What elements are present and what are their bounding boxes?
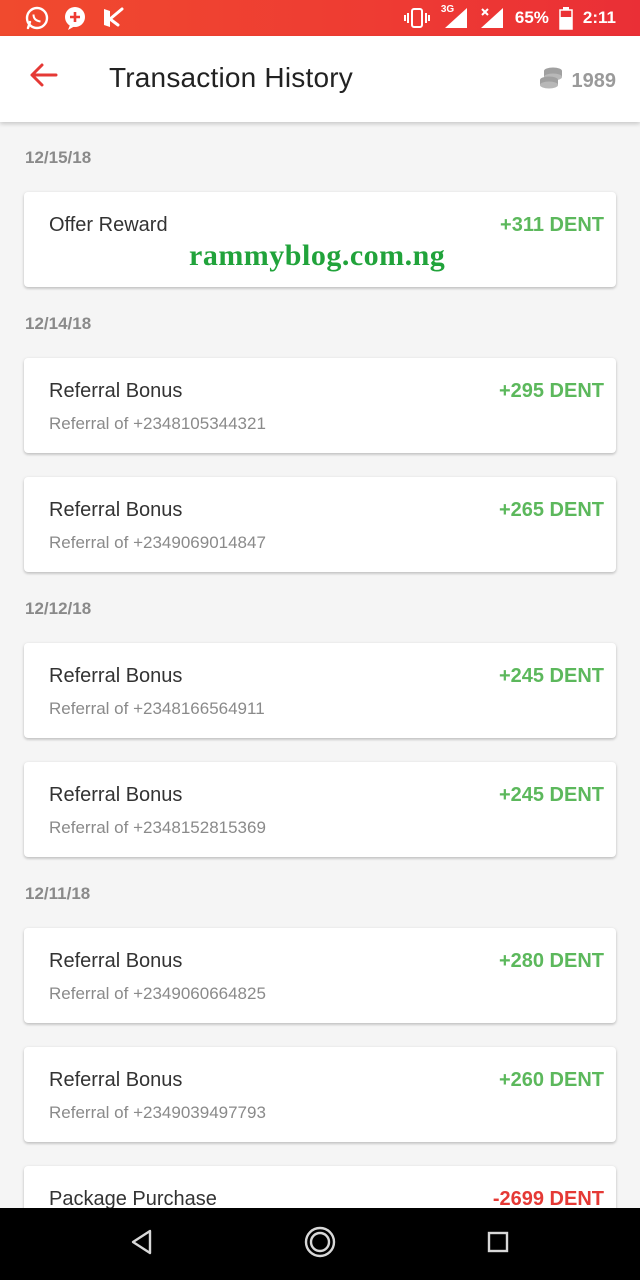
nav-recents-button[interactable] (478, 1224, 518, 1264)
transaction-title: Offer Reward (49, 214, 168, 236)
transaction-title: Referral Bonus (49, 665, 183, 687)
nav-home-icon (303, 1225, 337, 1264)
transaction-list[interactable]: rammyblog.com.ng 12/15/18 Offer Reward +… (0, 122, 640, 1208)
balance-indicator: 1989 (538, 66, 617, 96)
date-header: 12/12/18 (25, 599, 92, 618)
back-button[interactable] (22, 56, 64, 98)
signal-icon (479, 6, 505, 30)
transaction-subtitle: Referral of +2348152815369 (49, 818, 266, 837)
transaction-amount: +260 DENT (498, 1069, 604, 1091)
transaction-card[interactable]: Referral Bonus Referral of +234906901484… (24, 477, 616, 572)
vibrate-icon (403, 6, 431, 30)
transaction-subtitle: Referral of +2349069014847 (49, 533, 266, 552)
transaction-card[interactable]: Package Purchase -2699 DENT (24, 1166, 616, 1208)
battery-percent: 65% (514, 8, 549, 27)
transaction-title: Referral Bonus (49, 1069, 183, 1091)
nav-back-button[interactable] (122, 1224, 162, 1264)
nav-recents-icon (486, 1230, 510, 1259)
transaction-amount: +280 DENT (498, 950, 604, 972)
whatsapp-icon (24, 5, 50, 31)
screen: 3G 65% 2:11 Transaction History 1989 ram… (0, 0, 640, 1280)
date-header: 12/15/18 (25, 148, 92, 167)
transaction-subtitle: Referral of +2348105344321 (49, 414, 266, 433)
transaction-title: Referral Bonus (49, 950, 183, 972)
transaction-subtitle: Referral of +2349060664825 (49, 984, 266, 1003)
coins-icon (538, 66, 564, 96)
transaction-subtitle: Referral of +2348166564911 (49, 699, 265, 718)
transaction-card[interactable]: Referral Bonus Referral of +234906066482… (24, 928, 616, 1023)
transaction-card[interactable]: Referral Bonus Referral of +234810534432… (24, 358, 616, 453)
signal-3g-icon: 3G (440, 4, 469, 30)
transaction-title: Referral Bonus (49, 380, 183, 402)
transaction-amount: -2699 DENT (492, 1188, 604, 1208)
app-notification-icon (100, 5, 126, 31)
app-bar: Transaction History 1989 (0, 36, 640, 122)
watermark: rammyblog.com.ng (189, 239, 446, 272)
date-header: 12/14/18 (25, 314, 92, 333)
transaction-title: Referral Bonus (49, 784, 183, 806)
transaction-amount: +245 DENT (498, 784, 604, 806)
balance-value: 1989 (571, 69, 617, 92)
nav-home-button[interactable] (300, 1224, 340, 1264)
status-bar: 3G 65% 2:11 (0, 0, 640, 36)
transaction-amount: +311 DENT (500, 214, 604, 236)
battery-icon (559, 6, 573, 30)
transaction-card[interactable]: Referral Bonus Referral of +234903949779… (24, 1047, 616, 1142)
page-title: Transaction History (109, 62, 353, 93)
nav-back-icon (129, 1228, 155, 1261)
message-plus-icon (62, 5, 88, 31)
transaction-amount: +245 DENT (498, 665, 604, 687)
transaction-card[interactable]: Referral Bonus Referral of +234816656491… (24, 643, 616, 738)
transaction-card[interactable]: Referral Bonus Referral of +234815281536… (24, 762, 616, 857)
transaction-subtitle: Referral of +2349039497793 (49, 1103, 266, 1122)
arrow-left-icon (28, 62, 58, 93)
transaction-title: Referral Bonus (49, 499, 183, 521)
signal-3g-label: 3G (440, 4, 455, 15)
date-header: 12/11/18 (25, 884, 91, 903)
transaction-title: Package Purchase (49, 1188, 217, 1208)
navigation-bar (0, 1208, 640, 1280)
clock: 2:11 (582, 8, 616, 27)
transaction-amount: +295 DENT (498, 380, 604, 402)
transaction-amount: +265 DENT (498, 499, 604, 521)
